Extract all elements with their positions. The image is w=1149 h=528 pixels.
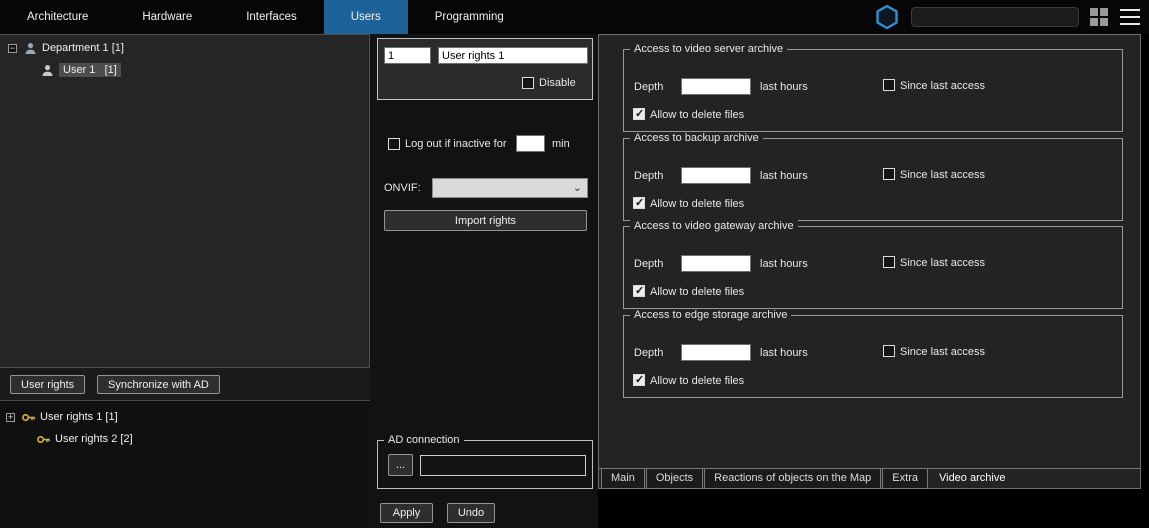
menu-item-programming[interactable]: Programming bbox=[408, 0, 531, 34]
depth-label: Depth bbox=[634, 81, 663, 93]
depth-label: Depth bbox=[634, 347, 663, 359]
video-server-archive-groupbox: Access to video server archive Depth las… bbox=[623, 49, 1123, 132]
backup-archive-groupbox: Access to backup archive Depth last hour… bbox=[623, 138, 1123, 221]
video-archive-panel: Access to video server archive Depth las… bbox=[598, 34, 1141, 489]
grid-layout-icon[interactable] bbox=[1090, 8, 1109, 27]
edge-storage-archive-groupbox: Access to edge storage archive Depth las… bbox=[623, 315, 1123, 398]
groupbox-title: Access to edge storage archive bbox=[630, 309, 791, 321]
user-icon bbox=[40, 63, 55, 78]
onvif-label: ONVIF: bbox=[384, 182, 421, 194]
tree-item-label: User rights 2 [2] bbox=[55, 433, 133, 445]
onvif-dropdown[interactable]: ⌄ bbox=[432, 178, 588, 198]
allow-delete-files-label: Allow to delete files bbox=[650, 109, 744, 121]
properties-column: Disable Log out if inactive for min ONVI… bbox=[370, 34, 598, 528]
key-icon bbox=[21, 410, 36, 425]
tab-main[interactable]: Main bbox=[601, 469, 645, 489]
depth-label: Depth bbox=[634, 258, 663, 270]
hamburger-menu-icon[interactable] bbox=[1120, 9, 1140, 25]
expand-expander-icon[interactable]: + bbox=[6, 413, 15, 422]
identity-groupbox: Disable bbox=[377, 38, 593, 100]
ad-connection-title: AD connection bbox=[384, 434, 464, 446]
last-hours-label: last hours bbox=[760, 347, 808, 359]
top-menu-bar: Architecture Hardware Interfaces Users P… bbox=[0, 0, 1149, 34]
allow-delete-files-checkbox[interactable] bbox=[633, 285, 645, 297]
hexagon-logo-icon bbox=[874, 4, 900, 30]
object-id-field[interactable] bbox=[384, 47, 431, 64]
since-last-access-label: Since last access bbox=[900, 169, 985, 181]
logout-inactive-checkbox[interactable] bbox=[388, 138, 400, 150]
logout-minutes-field[interactable] bbox=[516, 135, 545, 152]
groupbox-title: Access to video gateway archive bbox=[630, 220, 798, 232]
tree-item-user-rights-2[interactable]: User rights 2 [2] bbox=[30, 430, 370, 448]
allow-delete-files-label: Allow to delete files bbox=[650, 375, 744, 387]
tree-item-user[interactable]: User 1 [1] bbox=[34, 61, 369, 79]
allow-delete-files-checkbox[interactable] bbox=[633, 108, 645, 120]
logout-unit-label: min bbox=[552, 138, 570, 150]
since-last-access-checkbox[interactable] bbox=[883, 79, 895, 91]
since-last-access-checkbox[interactable] bbox=[883, 345, 895, 357]
tree-item-label: User rights 1 [1] bbox=[40, 411, 118, 423]
apply-button[interactable]: Apply bbox=[380, 503, 433, 523]
allow-delete-files-label: Allow to delete files bbox=[650, 198, 744, 210]
tree-item-user-rights-1[interactable]: + User rights 1 [1] bbox=[6, 408, 370, 426]
groupbox-title: Access to backup archive bbox=[630, 132, 763, 144]
tree-item-label: Department 1 [1] bbox=[42, 42, 124, 54]
last-hours-label: last hours bbox=[760, 258, 808, 270]
since-last-access-label: Since last access bbox=[900, 80, 985, 92]
menu-item-interfaces[interactable]: Interfaces bbox=[219, 0, 324, 34]
depth-field[interactable] bbox=[681, 78, 751, 95]
import-rights-button[interactable]: Import rights bbox=[384, 210, 587, 231]
menu-item-hardware[interactable]: Hardware bbox=[115, 0, 219, 34]
groupbox-title: Access to video server archive bbox=[630, 43, 787, 55]
ad-connection-field[interactable] bbox=[420, 455, 586, 476]
ad-connection-groupbox: AD connection ... bbox=[377, 440, 593, 489]
collapse-expander-icon[interactable]: − bbox=[8, 44, 17, 53]
tab-reactions-of-objects-on-the-map[interactable]: Reactions of objects on the Map bbox=[704, 469, 881, 489]
key-icon bbox=[36, 432, 51, 447]
video-gateway-archive-groupbox: Access to video gateway archive Depth la… bbox=[623, 226, 1123, 309]
synchronize-with-ad-button[interactable]: Synchronize with AD bbox=[97, 375, 220, 394]
depth-field[interactable] bbox=[681, 344, 751, 361]
menu-item-users[interactable]: Users bbox=[324, 0, 408, 34]
tab-objects[interactable]: Objects bbox=[646, 469, 703, 489]
user-rights-button[interactable]: User rights bbox=[10, 375, 85, 394]
last-hours-label: last hours bbox=[760, 81, 808, 93]
since-last-access-label: Since last access bbox=[900, 257, 985, 269]
tree-item-label: User 1 [1] bbox=[59, 63, 121, 77]
user-rights-tree-panel: + User rights 1 [1] User rights 2 [2] bbox=[0, 401, 370, 528]
search-input[interactable] bbox=[911, 7, 1079, 27]
department-icon bbox=[23, 41, 38, 56]
tree-item-department[interactable]: − Department 1 [1] bbox=[8, 39, 369, 57]
rights-toolbar: User rights Synchronize with AD bbox=[0, 368, 370, 401]
depth-field[interactable] bbox=[681, 167, 751, 184]
settings-tab-bar: Main Objects Reactions of objects on the… bbox=[599, 468, 1140, 490]
disable-label: Disable bbox=[539, 77, 576, 89]
depth-field[interactable] bbox=[681, 255, 751, 272]
ad-browse-button[interactable]: ... bbox=[388, 454, 413, 476]
since-last-access-checkbox[interactable] bbox=[883, 168, 895, 180]
chevron-down-icon: ⌄ bbox=[573, 183, 582, 193]
allow-delete-files-label: Allow to delete files bbox=[650, 286, 744, 298]
topbar-right-cluster bbox=[874, 4, 1149, 30]
object-tree-panel: − Department 1 [1] User 1 [1] bbox=[0, 34, 370, 368]
since-last-access-label: Since last access bbox=[900, 346, 985, 358]
allow-delete-files-checkbox[interactable] bbox=[633, 374, 645, 386]
tab-video-archive[interactable]: Video archive bbox=[929, 469, 1015, 489]
logout-inactive-label: Log out if inactive for bbox=[405, 138, 507, 150]
disable-checkbox[interactable] bbox=[522, 77, 534, 89]
allow-delete-files-checkbox[interactable] bbox=[633, 197, 645, 209]
app-window: { "colors": { "accent": "#1d6399", "key"… bbox=[0, 0, 1149, 528]
last-hours-label: last hours bbox=[760, 170, 808, 182]
undo-button[interactable]: Undo bbox=[447, 503, 495, 523]
since-last-access-checkbox[interactable] bbox=[883, 256, 895, 268]
object-name-field[interactable] bbox=[438, 47, 588, 64]
menu-item-architecture[interactable]: Architecture bbox=[0, 0, 115, 34]
depth-label: Depth bbox=[634, 170, 663, 182]
tab-extra[interactable]: Extra bbox=[882, 469, 928, 489]
